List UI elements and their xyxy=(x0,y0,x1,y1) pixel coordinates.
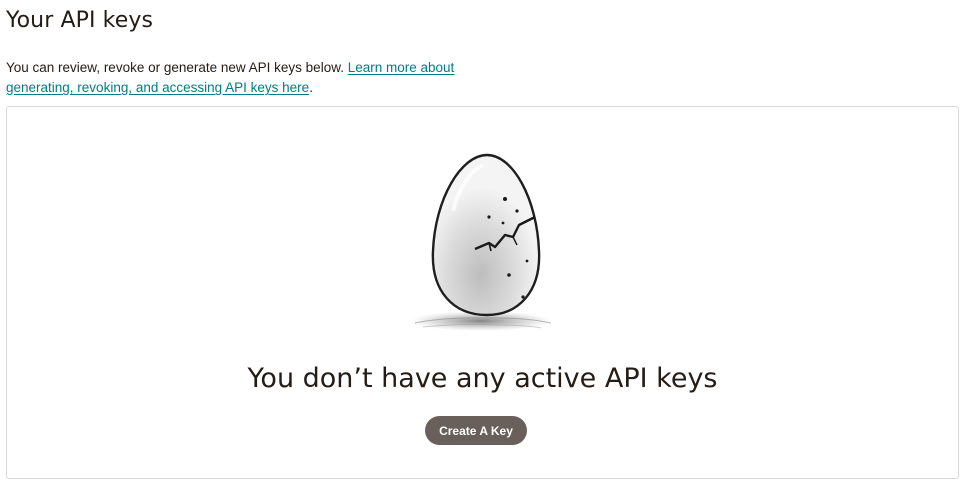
empty-state-message: You don’t have any active API keys xyxy=(247,363,718,394)
page-title: Your API keys xyxy=(6,8,154,33)
cracked-egg-illustration xyxy=(411,153,552,331)
create-key-button[interactable]: Create A Key xyxy=(425,416,527,445)
api-keys-empty-card: You don’t have any active API keys Creat… xyxy=(6,106,959,479)
intro-trailing: . xyxy=(309,80,313,95)
intro-text: You can review, revoke or generate new A… xyxy=(6,60,348,75)
intro-paragraph: You can review, revoke or generate new A… xyxy=(6,58,486,98)
api-keys-page: Your API keys You can review, revoke or … xyxy=(0,0,966,486)
